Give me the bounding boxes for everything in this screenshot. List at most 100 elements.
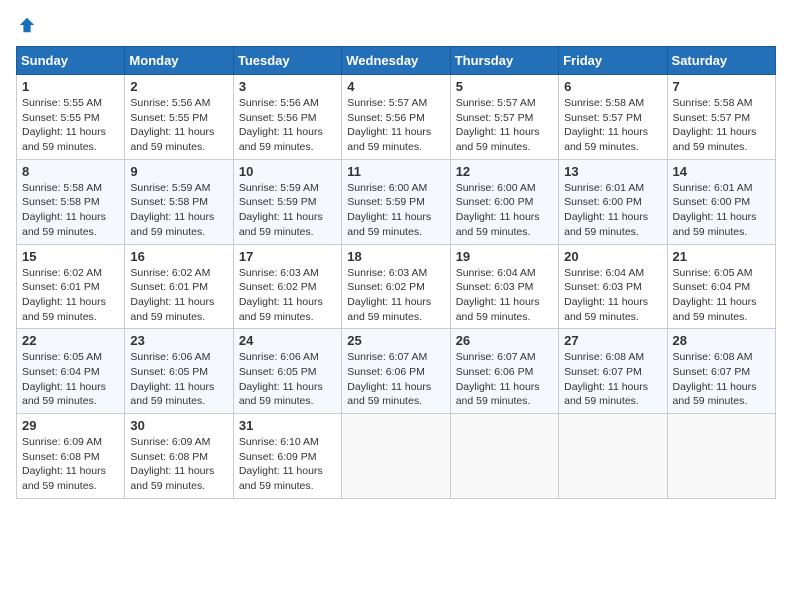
day-number: 9 (130, 164, 227, 179)
calendar-week-2: 8 Sunrise: 5:58 AMSunset: 5:58 PMDayligh… (17, 159, 776, 244)
calendar-cell: 22 Sunrise: 6:05 AMSunset: 6:04 PMDaylig… (17, 329, 125, 414)
calendar-cell: 9 Sunrise: 5:59 AMSunset: 5:58 PMDayligh… (125, 159, 233, 244)
calendar-cell: 7 Sunrise: 5:58 AMSunset: 5:57 PMDayligh… (667, 75, 775, 160)
day-info: Sunrise: 6:04 AMSunset: 6:03 PMDaylight:… (564, 267, 648, 323)
calendar-weekday-sunday: Sunday (17, 47, 125, 75)
day-info: Sunrise: 5:55 AMSunset: 5:55 PMDaylight:… (22, 97, 106, 153)
calendar-cell: 11 Sunrise: 6:00 AMSunset: 5:59 PMDaylig… (342, 159, 450, 244)
calendar-cell (450, 414, 558, 499)
day-number: 7 (673, 79, 770, 94)
day-number: 10 (239, 164, 336, 179)
day-info: Sunrise: 6:02 AMSunset: 6:01 PMDaylight:… (130, 267, 214, 323)
day-info: Sunrise: 6:06 AMSunset: 6:05 PMDaylight:… (130, 351, 214, 407)
day-info: Sunrise: 6:09 AMSunset: 6:08 PMDaylight:… (130, 436, 214, 492)
day-number: 25 (347, 333, 444, 348)
day-number: 28 (673, 333, 770, 348)
day-info: Sunrise: 5:57 AMSunset: 5:57 PMDaylight:… (456, 97, 540, 153)
day-number: 21 (673, 249, 770, 264)
calendar-cell: 31 Sunrise: 6:10 AMSunset: 6:09 PMDaylig… (233, 414, 341, 499)
day-info: Sunrise: 5:58 AMSunset: 5:57 PMDaylight:… (673, 97, 757, 153)
day-info: Sunrise: 6:10 AMSunset: 6:09 PMDaylight:… (239, 436, 323, 492)
day-number: 15 (22, 249, 119, 264)
calendar-week-4: 22 Sunrise: 6:05 AMSunset: 6:04 PMDaylig… (17, 329, 776, 414)
calendar-cell: 18 Sunrise: 6:03 AMSunset: 6:02 PMDaylig… (342, 244, 450, 329)
page-header (16, 16, 776, 34)
day-number: 22 (22, 333, 119, 348)
day-info: Sunrise: 6:01 AMSunset: 6:00 PMDaylight:… (673, 182, 757, 238)
calendar-cell: 14 Sunrise: 6:01 AMSunset: 6:00 PMDaylig… (667, 159, 775, 244)
day-info: Sunrise: 5:58 AMSunset: 5:58 PMDaylight:… (22, 182, 106, 238)
day-info: Sunrise: 5:57 AMSunset: 5:56 PMDaylight:… (347, 97, 431, 153)
calendar-weekday-wednesday: Wednesday (342, 47, 450, 75)
day-info: Sunrise: 5:59 AMSunset: 5:59 PMDaylight:… (239, 182, 323, 238)
calendar-cell: 3 Sunrise: 5:56 AMSunset: 5:56 PMDayligh… (233, 75, 341, 160)
day-number: 23 (130, 333, 227, 348)
calendar-cell: 25 Sunrise: 6:07 AMSunset: 6:06 PMDaylig… (342, 329, 450, 414)
calendar-weekday-friday: Friday (559, 47, 667, 75)
calendar-cell: 2 Sunrise: 5:56 AMSunset: 5:55 PMDayligh… (125, 75, 233, 160)
calendar-cell: 29 Sunrise: 6:09 AMSunset: 6:08 PMDaylig… (17, 414, 125, 499)
calendar-header: SundayMondayTuesdayWednesdayThursdayFrid… (17, 47, 776, 75)
day-number: 2 (130, 79, 227, 94)
day-info: Sunrise: 6:03 AMSunset: 6:02 PMDaylight:… (347, 267, 431, 323)
day-number: 31 (239, 418, 336, 433)
logo (16, 16, 36, 34)
day-number: 26 (456, 333, 553, 348)
calendar-cell: 6 Sunrise: 5:58 AMSunset: 5:57 PMDayligh… (559, 75, 667, 160)
calendar-cell: 23 Sunrise: 6:06 AMSunset: 6:05 PMDaylig… (125, 329, 233, 414)
day-number: 6 (564, 79, 661, 94)
calendar-week-3: 15 Sunrise: 6:02 AMSunset: 6:01 PMDaylig… (17, 244, 776, 329)
day-info: Sunrise: 6:01 AMSunset: 6:00 PMDaylight:… (564, 182, 648, 238)
calendar-cell: 8 Sunrise: 5:58 AMSunset: 5:58 PMDayligh… (17, 159, 125, 244)
calendar-body: 1 Sunrise: 5:55 AMSunset: 5:55 PMDayligh… (17, 75, 776, 499)
day-info: Sunrise: 6:00 AMSunset: 6:00 PMDaylight:… (456, 182, 540, 238)
day-info: Sunrise: 6:08 AMSunset: 6:07 PMDaylight:… (564, 351, 648, 407)
calendar-cell: 21 Sunrise: 6:05 AMSunset: 6:04 PMDaylig… (667, 244, 775, 329)
calendar-cell: 27 Sunrise: 6:08 AMSunset: 6:07 PMDaylig… (559, 329, 667, 414)
day-info: Sunrise: 5:56 AMSunset: 5:55 PMDaylight:… (130, 97, 214, 153)
day-info: Sunrise: 6:03 AMSunset: 6:02 PMDaylight:… (239, 267, 323, 323)
calendar-cell: 16 Sunrise: 6:02 AMSunset: 6:01 PMDaylig… (125, 244, 233, 329)
day-number: 27 (564, 333, 661, 348)
calendar-cell: 10 Sunrise: 5:59 AMSunset: 5:59 PMDaylig… (233, 159, 341, 244)
calendar-cell: 26 Sunrise: 6:07 AMSunset: 6:06 PMDaylig… (450, 329, 558, 414)
day-number: 18 (347, 249, 444, 264)
day-number: 1 (22, 79, 119, 94)
day-info: Sunrise: 6:07 AMSunset: 6:06 PMDaylight:… (347, 351, 431, 407)
calendar-weekday-thursday: Thursday (450, 47, 558, 75)
day-info: Sunrise: 6:09 AMSunset: 6:08 PMDaylight:… (22, 436, 106, 492)
calendar-cell: 1 Sunrise: 5:55 AMSunset: 5:55 PMDayligh… (17, 75, 125, 160)
day-number: 12 (456, 164, 553, 179)
calendar-cell: 19 Sunrise: 6:04 AMSunset: 6:03 PMDaylig… (450, 244, 558, 329)
day-number: 11 (347, 164, 444, 179)
day-number: 14 (673, 164, 770, 179)
day-number: 3 (239, 79, 336, 94)
logo-icon (18, 16, 36, 34)
calendar-weekday-saturday: Saturday (667, 47, 775, 75)
calendar-weekday-monday: Monday (125, 47, 233, 75)
calendar-cell: 20 Sunrise: 6:04 AMSunset: 6:03 PMDaylig… (559, 244, 667, 329)
day-number: 13 (564, 164, 661, 179)
calendar-cell: 12 Sunrise: 6:00 AMSunset: 6:00 PMDaylig… (450, 159, 558, 244)
calendar-cell: 4 Sunrise: 5:57 AMSunset: 5:56 PMDayligh… (342, 75, 450, 160)
day-info: Sunrise: 6:06 AMSunset: 6:05 PMDaylight:… (239, 351, 323, 407)
calendar-cell: 24 Sunrise: 6:06 AMSunset: 6:05 PMDaylig… (233, 329, 341, 414)
day-number: 17 (239, 249, 336, 264)
day-number: 29 (22, 418, 119, 433)
day-number: 24 (239, 333, 336, 348)
calendar-cell: 15 Sunrise: 6:02 AMSunset: 6:01 PMDaylig… (17, 244, 125, 329)
calendar-cell (667, 414, 775, 499)
day-info: Sunrise: 6:05 AMSunset: 6:04 PMDaylight:… (22, 351, 106, 407)
day-info: Sunrise: 6:08 AMSunset: 6:07 PMDaylight:… (673, 351, 757, 407)
day-info: Sunrise: 5:59 AMSunset: 5:58 PMDaylight:… (130, 182, 214, 238)
calendar-week-1: 1 Sunrise: 5:55 AMSunset: 5:55 PMDayligh… (17, 75, 776, 160)
calendar-cell (342, 414, 450, 499)
day-number: 19 (456, 249, 553, 264)
day-info: Sunrise: 6:04 AMSunset: 6:03 PMDaylight:… (456, 267, 540, 323)
calendar-week-5: 29 Sunrise: 6:09 AMSunset: 6:08 PMDaylig… (17, 414, 776, 499)
day-number: 8 (22, 164, 119, 179)
day-number: 5 (456, 79, 553, 94)
day-info: Sunrise: 5:56 AMSunset: 5:56 PMDaylight:… (239, 97, 323, 153)
calendar-cell: 17 Sunrise: 6:03 AMSunset: 6:02 PMDaylig… (233, 244, 341, 329)
day-info: Sunrise: 6:07 AMSunset: 6:06 PMDaylight:… (456, 351, 540, 407)
